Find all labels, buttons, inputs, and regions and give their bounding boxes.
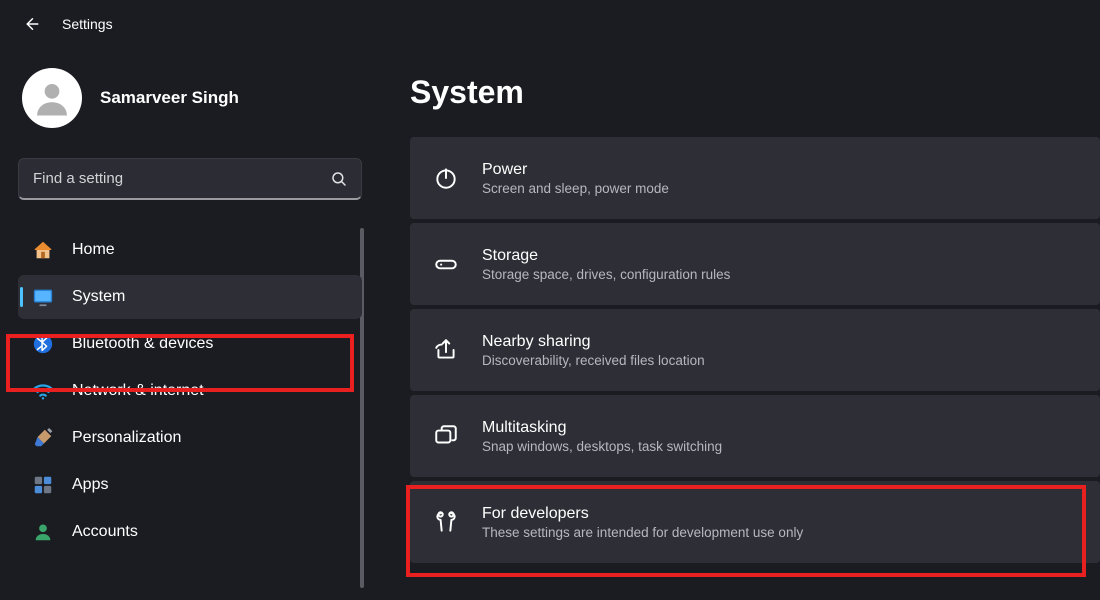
- page-title: System: [410, 74, 1100, 111]
- sidebar-item-accounts[interactable]: Accounts: [18, 510, 362, 554]
- sidebar-item-label: System: [72, 288, 125, 306]
- power-icon: [432, 164, 460, 192]
- profile-name: Samarveer Singh: [100, 88, 239, 108]
- card-subtitle: Storage space, drives, configuration rul…: [482, 267, 730, 282]
- card-multitasking[interactable]: Multitasking Snap windows, desktops, tas…: [410, 395, 1100, 477]
- card-title: Storage: [482, 247, 730, 265]
- card-subtitle: These settings are intended for developm…: [482, 525, 803, 540]
- search-input[interactable]: [18, 158, 362, 200]
- sidebar-item-label: Bluetooth & devices: [72, 335, 213, 353]
- back-arrow-icon[interactable]: [22, 15, 40, 33]
- nav: Home System Bluetooth & devices: [18, 228, 362, 554]
- multitasking-icon: [432, 422, 460, 450]
- sidebar-item-label: Network & internet: [72, 382, 204, 400]
- sidebar-item-label: Personalization: [72, 429, 181, 447]
- apps-icon: [32, 474, 54, 496]
- avatar: [22, 68, 82, 128]
- card-title: For developers: [482, 505, 803, 523]
- settings-cards: Power Screen and sleep, power mode Stora…: [410, 137, 1100, 563]
- person-icon: [32, 521, 54, 543]
- home-icon: [32, 239, 54, 261]
- card-for-developers[interactable]: For developers These settings are intend…: [410, 481, 1100, 563]
- app-title: Settings: [62, 16, 113, 32]
- system-icon: [32, 286, 54, 308]
- search-box: [18, 158, 362, 200]
- sidebar-item-system[interactable]: System: [18, 275, 362, 319]
- storage-icon: [432, 250, 460, 278]
- settings-app: Settings Samarveer Singh: [0, 0, 1100, 600]
- sidebar: Samarveer Singh Home: [0, 48, 380, 600]
- wifi-icon: [32, 380, 54, 402]
- main-panel: System Power Screen and sleep, power mod…: [380, 48, 1100, 600]
- profile[interactable]: Samarveer Singh: [18, 68, 362, 128]
- sidebar-item-label: Accounts: [72, 523, 138, 541]
- sidebar-item-personalization[interactable]: Personalization: [18, 416, 362, 460]
- card-storage[interactable]: Storage Storage space, drives, configura…: [410, 223, 1100, 305]
- paintbrush-icon: [32, 427, 54, 449]
- card-subtitle: Screen and sleep, power mode: [482, 181, 669, 196]
- card-title: Power: [482, 161, 669, 179]
- sidebar-item-home[interactable]: Home: [18, 228, 362, 272]
- card-subtitle: Snap windows, desktops, task switching: [482, 439, 722, 454]
- developers-icon: [432, 508, 460, 536]
- card-subtitle: Discoverability, received files location: [482, 353, 705, 368]
- card-title: Nearby sharing: [482, 333, 705, 351]
- bluetooth-icon: [32, 333, 54, 355]
- search-icon: [330, 170, 348, 188]
- share-icon: [432, 336, 460, 364]
- sidebar-item-bluetooth[interactable]: Bluetooth & devices: [18, 322, 362, 366]
- sidebar-item-network[interactable]: Network & internet: [18, 369, 362, 413]
- sidebar-item-apps[interactable]: Apps: [18, 463, 362, 507]
- top-bar: Settings: [0, 0, 1100, 48]
- card-title: Multitasking: [482, 419, 722, 437]
- sidebar-item-label: Home: [72, 241, 115, 259]
- card-power[interactable]: Power Screen and sleep, power mode: [410, 137, 1100, 219]
- sidebar-item-label: Apps: [72, 476, 108, 494]
- card-nearby-sharing[interactable]: Nearby sharing Discoverability, received…: [410, 309, 1100, 391]
